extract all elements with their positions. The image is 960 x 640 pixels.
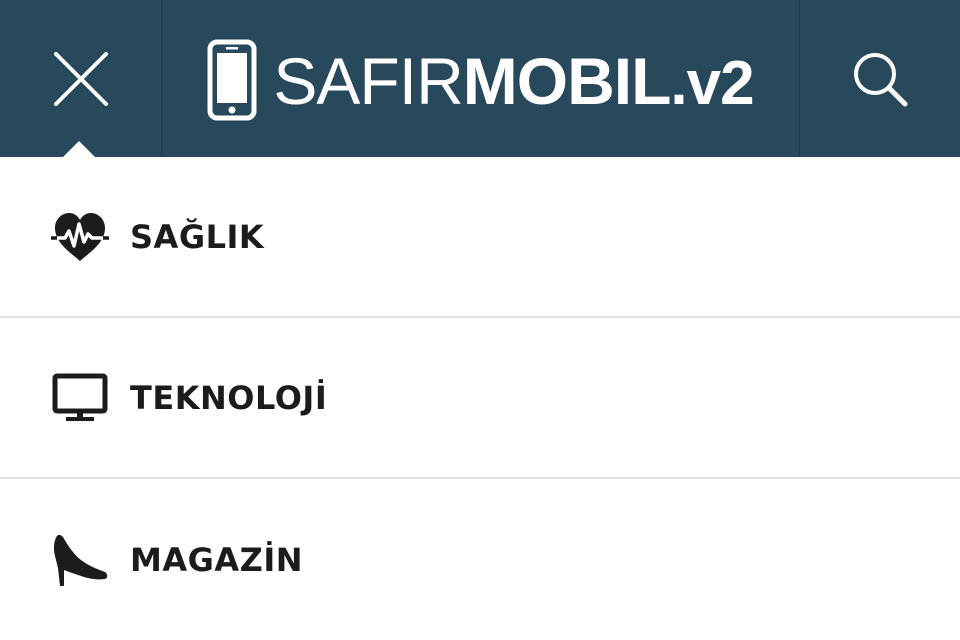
close-menu-button[interactable] — [0, 0, 161, 157]
logo-text-bold: MOBIL — [462, 43, 672, 118]
close-icon — [53, 51, 108, 106]
menu-item-label: SAĞLIK — [130, 217, 265, 256]
logo-text: SAFIRMOBIL.v2 — [273, 48, 754, 118]
brand-logo[interactable]: SAFIRMOBIL.v2 — [162, 0, 799, 157]
menu-item-icon — [50, 368, 110, 428]
menu-pointer-arrow — [62, 141, 96, 158]
logo-wrapper: SAFIRMOBIL.v2 — [207, 37, 755, 121]
monitor-icon — [52, 373, 108, 421]
search-icon — [854, 52, 908, 106]
heart-pulse-icon — [51, 212, 109, 261]
logo-version: .v2 — [670, 48, 754, 118]
logo-text-light: SAFIR — [273, 43, 463, 118]
menu-item-teknoloji[interactable]: TEKNOLOJİ — [0, 318, 960, 479]
high-heel-icon — [53, 534, 108, 586]
app-window: SAFIRMOBIL.v2 SAĞLIK TEKNOLOJİ MAGAZİN — [0, 0, 960, 640]
top-bar: SAFIRMOBIL.v2 — [0, 0, 960, 158]
search-button[interactable] — [800, 0, 960, 157]
menu-item-magazin[interactable]: MAGAZİN — [0, 479, 960, 640]
side-menu: SAĞLIK TEKNOLOJİ MAGAZİN — [0, 157, 960, 640]
smartphone-icon — [207, 39, 257, 120]
menu-item-icon — [50, 530, 110, 590]
menu-item-label: MAGAZİN — [130, 540, 304, 579]
menu-item-label: TEKNOLOJİ — [130, 378, 328, 417]
menu-item-saglik[interactable]: SAĞLIK — [0, 157, 960, 318]
menu-item-icon — [50, 207, 110, 267]
